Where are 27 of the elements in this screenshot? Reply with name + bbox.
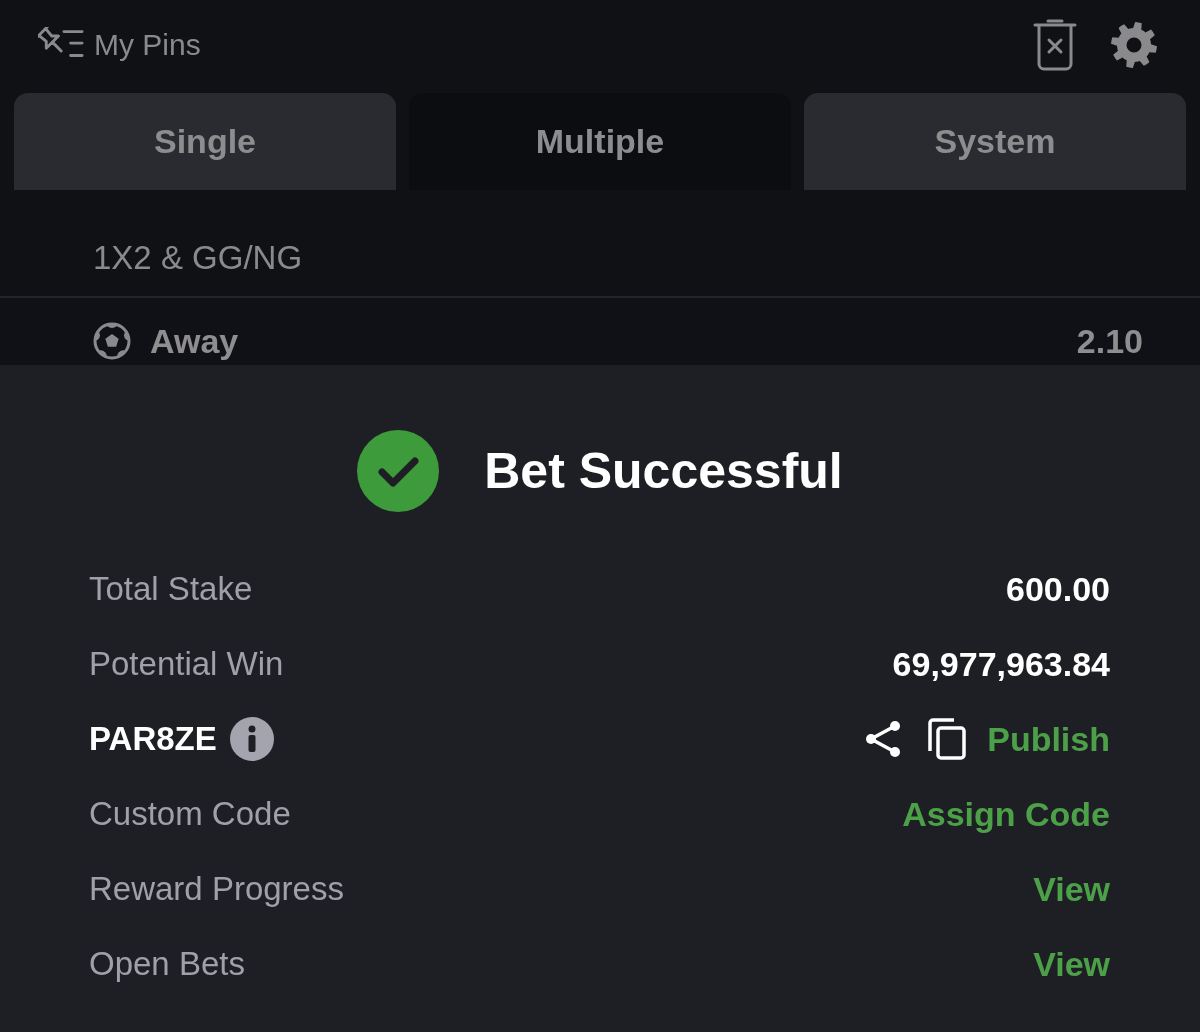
share-icon[interactable] <box>864 719 903 758</box>
trash-icon[interactable] <box>1033 19 1077 71</box>
soccer-ball-icon <box>93 322 131 360</box>
publish-button[interactable]: Publish <box>987 718 1110 759</box>
summary-value: 600.00 <box>1006 568 1110 609</box>
booking-code: PAR8ZE <box>89 718 217 759</box>
settings-icon[interactable] <box>1111 22 1157 68</box>
bet-type-tab[interactable]: Single <box>14 93 396 190</box>
info-icon[interactable] <box>229 716 274 761</box>
my-pins-button[interactable]: My Pins <box>38 27 201 63</box>
action-link[interactable]: View <box>1033 868 1110 909</box>
selection-pick: Away <box>150 321 239 361</box>
success-title: Bet Successful <box>484 442 843 500</box>
summary-label: Open Bets <box>89 943 245 984</box>
selection-odds: 2.10 <box>1076 321 1143 361</box>
summary-value: 69,977,963.84 <box>892 643 1110 684</box>
summary-label: Total Stake <box>89 568 253 609</box>
bet-type-tab[interactable]: Multiple <box>409 93 791 190</box>
action-link[interactable]: Assign Code <box>902 793 1110 834</box>
check-circle-icon <box>357 430 440 512</box>
summary-label: Potential Win <box>89 643 284 684</box>
market-name: 1X2 & GG/NG <box>93 238 303 278</box>
summary-label: Custom Code <box>89 793 291 834</box>
summary-label: Reward Progress <box>89 868 344 909</box>
copy-icon[interactable] <box>928 717 967 760</box>
bet-type-tab[interactable]: System <box>804 93 1186 190</box>
action-link[interactable]: View <box>1033 943 1110 984</box>
